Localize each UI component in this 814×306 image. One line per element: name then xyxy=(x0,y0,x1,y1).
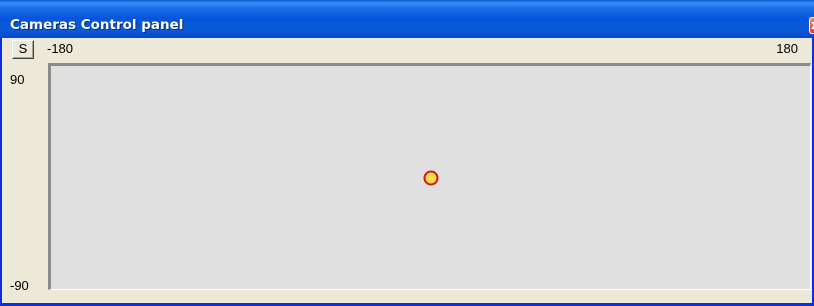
close-button[interactable]: x xyxy=(809,17,814,34)
cameras-control-window: Cameras Control panel x S -180 180 90 -9… xyxy=(0,0,814,306)
camera-position-marker[interactable] xyxy=(423,170,438,185)
title-bar[interactable]: Cameras Control panel x xyxy=(0,0,814,38)
s-button[interactable]: S xyxy=(12,40,34,59)
x-axis-min-label: -180 xyxy=(47,41,74,56)
window-title: Cameras Control panel xyxy=(10,17,184,33)
x-axis-max-label: 180 xyxy=(776,41,798,56)
camera-position-plot[interactable] xyxy=(48,63,811,290)
y-axis-min-label: -90 xyxy=(10,278,29,293)
y-axis-max-label: 90 xyxy=(10,72,25,87)
